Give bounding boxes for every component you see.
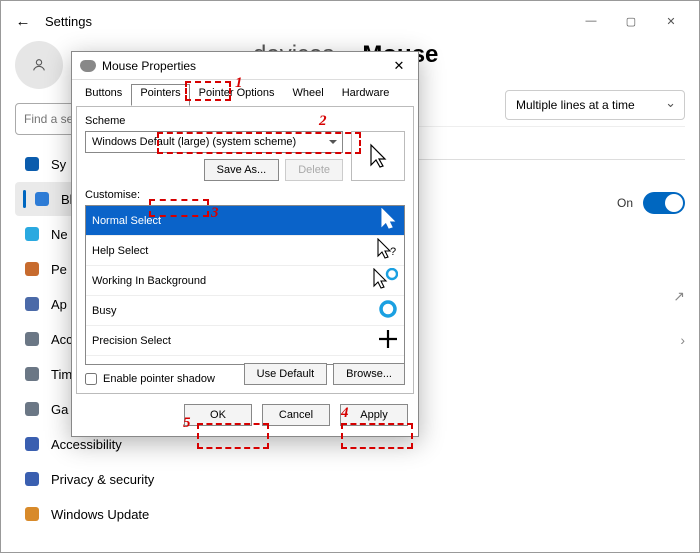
pointer-item-normal-select[interactable]: Normal Select (86, 206, 404, 236)
cancel-button[interactable]: Cancel (262, 404, 330, 426)
pointer-item-help-select[interactable]: Help Select? (86, 236, 404, 266)
sidebar-icon (23, 435, 41, 453)
chevron-right-icon: › (680, 332, 685, 348)
sidebar-icon (23, 365, 41, 383)
mouse-properties-dialog: Mouse Properties ✕ ButtonsPointersPointe… (71, 51, 419, 437)
sidebar-icon (23, 505, 41, 523)
pointer-preview (351, 131, 405, 181)
external-link-icon: ↗ (673, 288, 685, 305)
scheme-label: Scheme (85, 115, 405, 127)
sidebar-item-label: Windows Update (51, 507, 149, 522)
sidebar-item-label: Accessibility (51, 437, 122, 452)
sidebar-item-label: Privacy & security (51, 472, 154, 487)
sidebar-icon (23, 400, 41, 418)
sidebar-item-privacy-security[interactable]: Privacy & security (15, 462, 235, 496)
sidebar-icon (33, 190, 51, 208)
pointer-list[interactable]: Normal Select Help Select? Working In Back… (85, 205, 405, 365)
tab-buttons[interactable]: Buttons (76, 84, 131, 106)
sidebar-icon (23, 470, 41, 488)
pointer-shadow-label: Enable pointer shadow (103, 373, 215, 385)
scroll-dropdown[interactable]: Multiple lines at a time (505, 90, 685, 120)
pointer-shadow-checkbox[interactable] (85, 373, 97, 385)
sidebar-item-label: Tim (51, 367, 72, 382)
cursor-white-icon (380, 208, 398, 233)
sidebar-icon (23, 330, 41, 348)
pointer-item-label: Working In Background (92, 275, 206, 287)
pointer-item-working-in-background[interactable]: Working In Background (86, 266, 404, 296)
pointer-item-label: Help Select (92, 245, 148, 257)
delete-button: Delete (285, 159, 343, 181)
precision-icon (378, 329, 398, 352)
close-button[interactable]: ✕ (651, 3, 691, 39)
svg-text:?: ? (390, 246, 396, 258)
tab-pointer-options[interactable]: Pointer Options (190, 84, 284, 106)
sidebar-item-label: Ne (51, 227, 68, 242)
cursor-bg-icon (372, 268, 398, 293)
hover-state: On (617, 196, 633, 210)
tab-wheel[interactable]: Wheel (284, 84, 333, 106)
pointer-item-label: Normal Select (92, 215, 161, 227)
hover-toggle[interactable] (643, 192, 685, 214)
mouse-icon (80, 60, 96, 72)
sidebar-item-label: Ga (51, 402, 68, 417)
sidebar-icon (23, 155, 41, 173)
user-icon (31, 57, 47, 73)
scheme-select[interactable]: Windows Default (large) (system scheme) (85, 131, 343, 153)
maximize-button[interactable]: ▢ (611, 3, 651, 39)
ok-button[interactable]: OK (184, 404, 252, 426)
save-as-button[interactable]: Save As... (204, 159, 280, 181)
dialog-title: Mouse Properties (102, 59, 196, 73)
sidebar-item-windows-update[interactable]: Windows Update (15, 497, 235, 531)
busy-icon (378, 299, 398, 322)
use-default-button[interactable]: Use Default (244, 363, 327, 385)
sidebar-icon (23, 260, 41, 278)
sidebar-icon (23, 225, 41, 243)
customise-label: Customise: (85, 189, 405, 201)
sidebar-item-label: Acc (51, 332, 73, 347)
pointer-item-precision-select[interactable]: Precision Select (86, 326, 404, 356)
pointer-item-label: Busy (92, 305, 116, 317)
browse-button[interactable]: Browse... (333, 363, 405, 385)
sidebar-icon (23, 295, 41, 313)
apply-button[interactable]: Apply (340, 404, 408, 426)
sidebar-item-label: Ap (51, 297, 67, 312)
minimize-button[interactable]: ― (571, 3, 611, 39)
tab-pointers[interactable]: Pointers (131, 84, 189, 106)
cursor-icon (368, 143, 388, 169)
cursor-help-icon: ? (376, 238, 398, 263)
avatar[interactable] (15, 41, 63, 89)
app-title: Settings (45, 14, 92, 29)
pointer-item-label: Precision Select (92, 335, 171, 347)
sidebar-item-label: Sy (51, 157, 66, 172)
tab-hardware[interactable]: Hardware (333, 84, 399, 106)
sidebar-item-label: Pe (51, 262, 67, 277)
pointer-item-busy[interactable]: Busy (86, 296, 404, 326)
dialog-close-button[interactable]: ✕ (388, 58, 410, 74)
back-button[interactable]: ← (9, 7, 37, 35)
